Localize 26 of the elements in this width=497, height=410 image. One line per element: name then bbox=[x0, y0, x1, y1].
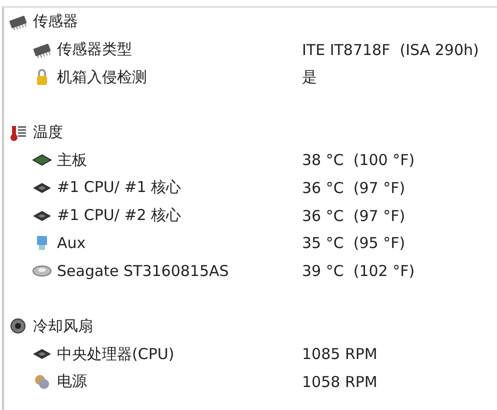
sensor-value: ITE IT8718F (ISA 290h) bbox=[302, 40, 479, 59]
sensor-value: 1085 RPM bbox=[302, 345, 378, 364]
group-heading: 冷却风扇 bbox=[33, 316, 93, 336]
sensor-name: 电源 bbox=[57, 372, 87, 392]
sensor-name: 主板 bbox=[57, 150, 87, 170]
sensor-name: 中央处理器(CPU) bbox=[57, 344, 174, 364]
hard-drive-icon bbox=[32, 263, 52, 280]
circuit-board-icon bbox=[32, 152, 52, 168]
sensor-name: Seagate ST3160815AS bbox=[57, 262, 229, 280]
fan-icon bbox=[8, 318, 28, 334]
sensor-name: Aux bbox=[57, 234, 86, 252]
group-heading: 传感器 bbox=[33, 12, 78, 32]
thermometer-icon bbox=[8, 124, 28, 141]
sensor-value: 是 bbox=[302, 68, 317, 87]
group-heading: 温度 bbox=[33, 123, 63, 142]
sensor-value: 38 °C (100 °F) bbox=[302, 151, 415, 170]
sensor-name: #1 CPU/ #1 核心 bbox=[57, 178, 182, 198]
sensor-value: 36 °C (97 °F) bbox=[302, 178, 406, 197]
sensor-name: 传感器类型 bbox=[57, 40, 132, 60]
sensor-name: 机箱入侵检测 bbox=[57, 68, 147, 87]
sensor-value: 36 °C (97 °F) bbox=[302, 206, 406, 225]
sensor-name: #1 CPU/ #2 核心 bbox=[57, 206, 182, 226]
sensor-value: 35 °C (95 °F) bbox=[302, 234, 406, 252]
sensor-value: 39 °C (102 °F) bbox=[302, 262, 415, 280]
power-supply-icon bbox=[32, 374, 52, 390]
sensor-value: 1058 RPM bbox=[302, 372, 378, 391]
